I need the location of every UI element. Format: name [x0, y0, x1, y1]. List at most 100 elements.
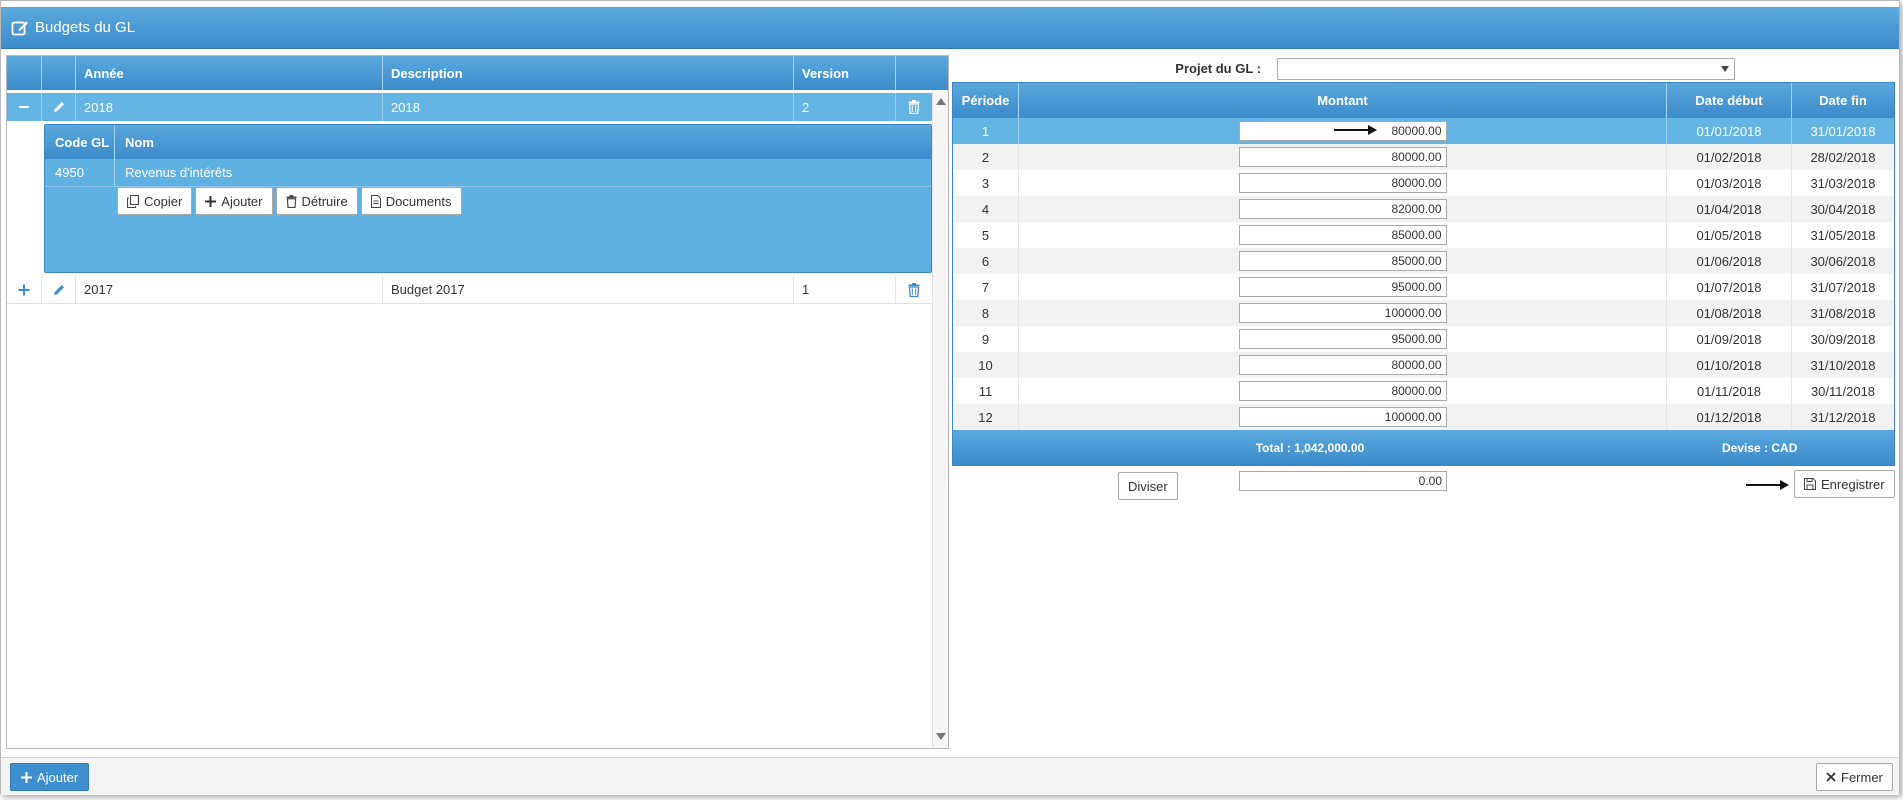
- header-name[interactable]: Nom: [115, 125, 154, 159]
- period-end-date: 31/08/2018: [1810, 305, 1876, 321]
- period-amount-input[interactable]: 80000.00: [1238, 355, 1447, 375]
- period-amount-input[interactable]: 80000.00: [1238, 381, 1447, 401]
- save-button[interactable]: Enregistrer: [1794, 470, 1895, 498]
- close-icon: [1826, 772, 1836, 782]
- collapse-toggle[interactable]: [7, 93, 42, 121]
- header-code-gl[interactable]: Code GL: [45, 125, 115, 159]
- periods-grid-header: Période Montant Date début Date fin: [953, 83, 1894, 118]
- period-start-date: 01/11/2018: [1667, 378, 1792, 404]
- gl-detail-header: Code GL Nom: [45, 125, 931, 159]
- period-end-date: 31/01/2018: [1810, 123, 1876, 139]
- period-amount-cell: 95000.00: [1019, 274, 1667, 300]
- period-amount-input[interactable]: 82000.00: [1238, 199, 1447, 219]
- expand-toggle[interactable]: [7, 276, 42, 303]
- period-end-date: 31/07/2018: [1810, 279, 1876, 295]
- close-label: Fermer: [1841, 769, 1883, 785]
- period-number: 1: [953, 118, 1019, 144]
- period-row[interactable]: 9 95000.00 01/09/2018 30/09/2018: [953, 326, 1894, 352]
- period-row[interactable]: 5 85000.00 01/05/2018 31/05/2018: [953, 222, 1894, 248]
- period-amount-input[interactable]: 100000.00: [1238, 303, 1447, 323]
- divide-button[interactable]: Diviser: [1118, 472, 1178, 500]
- budget-row[interactable]: 2017 Budget 2017 1: [7, 276, 932, 304]
- budgets-grid: Année Description Version 2018 2018 2 Co…: [6, 55, 949, 749]
- divide-label: Diviser: [1128, 478, 1168, 494]
- period-row[interactable]: 7 95000.00 01/07/2018 31/07/2018: [953, 274, 1894, 300]
- budgets-scrollbar[interactable]: [932, 90, 948, 748]
- add-gl-label: Ajouter: [221, 193, 263, 209]
- period-start-date: 01/02/2018: [1667, 144, 1792, 170]
- destroy-button[interactable]: Détruire: [275, 187, 358, 215]
- budget-year: 2017: [76, 276, 383, 303]
- header-start-date[interactable]: Date début: [1667, 83, 1792, 118]
- period-start-date: 01/10/2018: [1667, 352, 1792, 378]
- period-amount-input[interactable]: 80000.00: [1238, 147, 1447, 167]
- header-version[interactable]: Version: [794, 56, 896, 90]
- period-amount-cell: 100000.00: [1019, 404, 1667, 430]
- period-row[interactable]: 6 85000.00 01/06/2018 30/06/2018: [953, 248, 1894, 274]
- period-row[interactable]: 3 80000.00 01/03/2018 31/03/2018: [953, 170, 1894, 196]
- copy-button[interactable]: Copier: [117, 187, 193, 215]
- period-start-date: 01/09/2018: [1667, 326, 1792, 352]
- period-amount-cell: 100000.00: [1019, 300, 1667, 326]
- header-year[interactable]: Année: [76, 56, 383, 90]
- edit-button[interactable]: [42, 93, 76, 121]
- period-row[interactable]: 2 80000.00 01/02/2018 28/02/2018: [953, 144, 1894, 170]
- period-end-date: 30/11/2018: [1810, 383, 1876, 399]
- close-button[interactable]: Fermer: [1816, 763, 1893, 791]
- period-row[interactable]: 12 100000.00 01/12/2018 31/12/2018: [953, 404, 1894, 430]
- period-amount-cell: 80000.00: [1019, 170, 1667, 196]
- period-number: 5: [953, 222, 1019, 248]
- period-row[interactable]: 1 80000.00 01/01/2018 31/01/2018: [953, 118, 1894, 144]
- period-end-date: 31/05/2018: [1810, 227, 1876, 243]
- trash-icon: [908, 282, 920, 297]
- period-start-date: 01/01/2018: [1667, 118, 1792, 144]
- period-amount-input[interactable]: 85000.00: [1238, 225, 1447, 245]
- pencil-icon: [53, 284, 64, 295]
- period-amount-input[interactable]: 85000.00: [1238, 251, 1447, 271]
- budget-row[interactable]: 2018 2018 2: [7, 93, 932, 121]
- add-budget-button[interactable]: Ajouter: [10, 763, 90, 791]
- period-start-date: 01/08/2018: [1667, 300, 1792, 326]
- period-row[interactable]: 10 80000.00 01/10/2018 31/10/2018: [953, 352, 1894, 378]
- delete-button[interactable]: [896, 276, 932, 303]
- copy-icon: [127, 194, 139, 208]
- periods-grid: Période Montant Date début Date fin 1 800…: [952, 82, 1895, 466]
- period-number: 8: [953, 300, 1019, 326]
- gl-detail-row[interactable]: 4950 Revenus d'intérêts: [45, 159, 931, 187]
- title-bar: Budgets du GL: [1, 7, 1899, 49]
- edit-button[interactable]: [42, 276, 76, 303]
- scroll-down-icon[interactable]: [936, 733, 946, 740]
- period-amount-cell: 82000.00: [1019, 196, 1667, 222]
- period-number: 2: [953, 144, 1019, 170]
- period-start-date: 01/04/2018: [1667, 196, 1792, 222]
- period-amount-cell: 80000.00: [1019, 378, 1667, 404]
- period-number: 3: [953, 170, 1019, 196]
- budget-version: 1: [794, 276, 896, 303]
- header-amount[interactable]: Montant: [1019, 83, 1667, 118]
- period-number: 6: [953, 248, 1019, 274]
- period-row[interactable]: 11 80000.00 01/11/2018 30/11/2018: [953, 378, 1894, 404]
- plus-icon: [205, 195, 217, 207]
- period-amount-input[interactable]: 95000.00: [1238, 329, 1447, 349]
- budget-window: Budgets du GL Année Description Version …: [0, 0, 1900, 795]
- period-amount-input[interactable]: 95000.00: [1238, 277, 1447, 297]
- period-row[interactable]: 8 100000.00 01/08/2018 31/08/2018: [953, 300, 1894, 326]
- periods-rows: 1 80000.00 01/01/2018 31/01/2018 2 80000.00 01…: [953, 118, 1894, 430]
- scroll-up-icon[interactable]: [936, 98, 946, 105]
- delete-button[interactable]: [896, 93, 932, 121]
- period-end-date: 28/02/2018: [1810, 149, 1876, 165]
- header-end-date[interactable]: Date fin: [1792, 83, 1894, 118]
- gl-code: 4950: [45, 159, 115, 186]
- documents-button[interactable]: Documents: [360, 187, 462, 215]
- period-start-date: 01/03/2018: [1667, 170, 1792, 196]
- project-select[interactable]: [1277, 58, 1735, 80]
- header-description[interactable]: Description: [383, 56, 794, 90]
- divide-amount-input[interactable]: 0.00: [1239, 471, 1447, 491]
- period-amount-cell: 80000.00: [1019, 144, 1667, 170]
- period-amount-input[interactable]: 80000.00: [1238, 173, 1447, 193]
- period-row[interactable]: 4 82000.00 01/04/2018 30/04/2018: [953, 196, 1894, 222]
- period-end-date: 30/09/2018: [1810, 331, 1876, 347]
- period-amount-input[interactable]: 100000.00: [1238, 407, 1447, 427]
- add-gl-button[interactable]: Ajouter: [195, 187, 273, 215]
- header-period[interactable]: Période: [953, 83, 1019, 118]
